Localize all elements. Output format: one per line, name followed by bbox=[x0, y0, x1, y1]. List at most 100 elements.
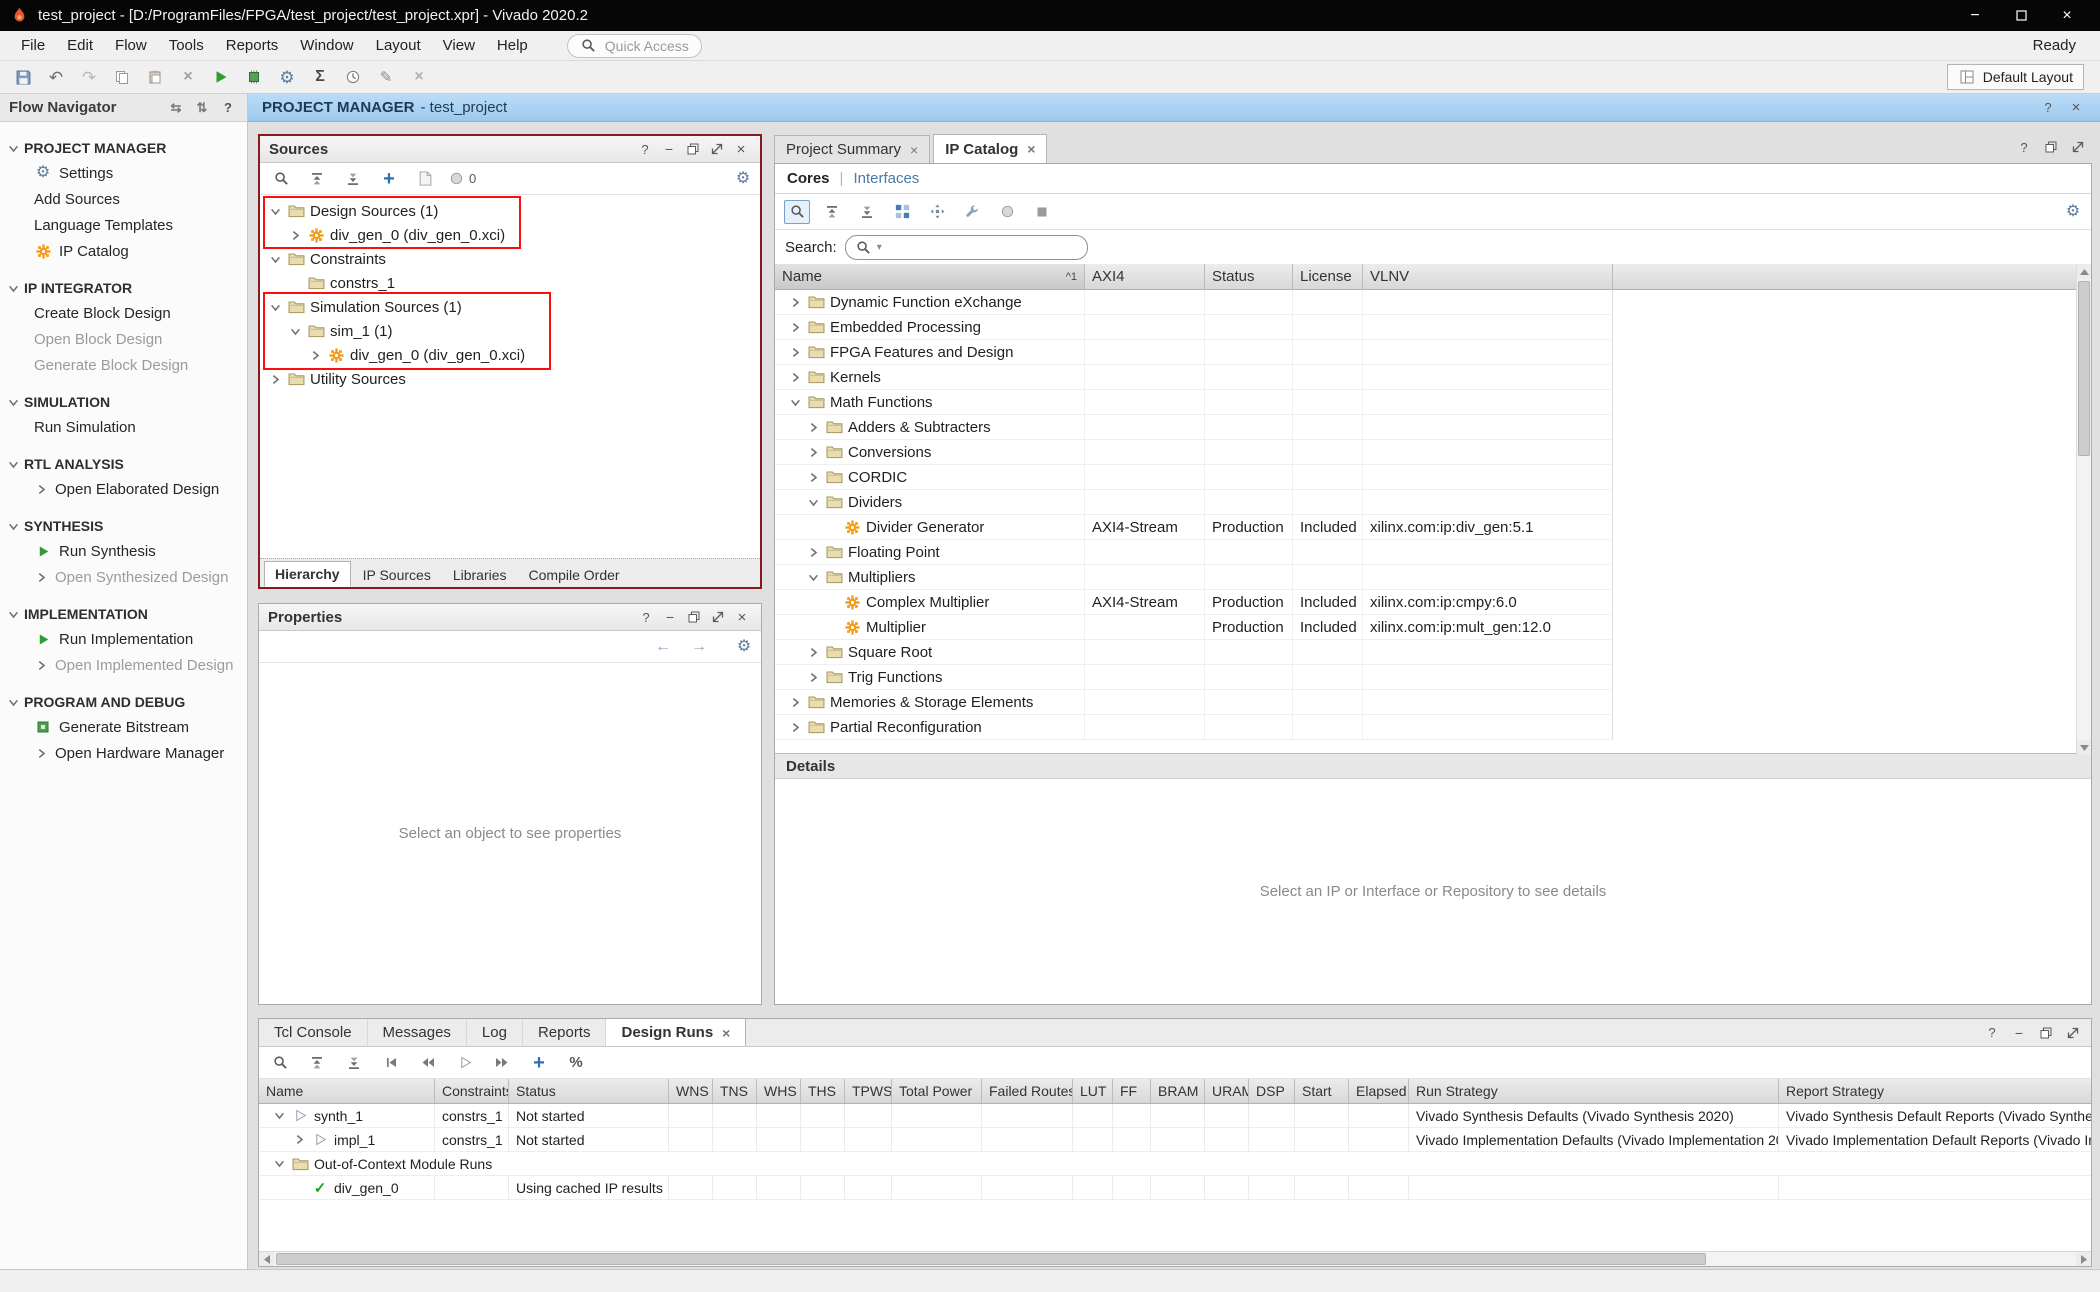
chevron-down-icon[interactable] bbox=[6, 283, 20, 294]
column-header-failed-routes[interactable]: Failed Routes bbox=[982, 1079, 1073, 1103]
subtab-cores[interactable]: Cores bbox=[787, 170, 830, 187]
stop-button[interactable] bbox=[1029, 200, 1055, 224]
menu-help[interactable]: Help bbox=[486, 34, 539, 57]
flow-nav-item-language-templates[interactable]: Language Templates bbox=[0, 212, 247, 238]
ip-catalog-row[interactable]: Memories & Storage Elements bbox=[775, 690, 1613, 715]
search-button[interactable] bbox=[267, 1051, 293, 1075]
undo-button[interactable]: ↶ bbox=[41, 64, 71, 91]
tab-ip-catalog[interactable]: IP Catalog× bbox=[933, 134, 1047, 163]
ip-catalog-row[interactable]: Math Functions bbox=[775, 390, 1613, 415]
flow-nav-section-header[interactable]: IP INTEGRATOR bbox=[0, 276, 247, 300]
flow-nav-section-header[interactable]: PROGRAM AND DEBUG bbox=[0, 690, 247, 714]
arrow-right-button[interactable]: → bbox=[686, 635, 712, 659]
column-header-report-strategy[interactable]: Report Strategy bbox=[1779, 1079, 2091, 1103]
sources-tab-libraries[interactable]: Libraries bbox=[443, 563, 517, 587]
layout-selector[interactable]: Default Layout bbox=[1947, 64, 2084, 90]
step-back-button[interactable] bbox=[378, 1051, 404, 1075]
help-icon[interactable]: ? bbox=[2038, 98, 2058, 118]
chevron-down-icon[interactable] bbox=[268, 254, 282, 265]
chevron-down-icon[interactable] bbox=[6, 609, 20, 620]
chevron-right-icon[interactable] bbox=[308, 350, 322, 361]
properties-wrench-button[interactable] bbox=[959, 200, 985, 224]
menu-file[interactable]: File bbox=[10, 34, 56, 57]
scroll-up-icon[interactable] bbox=[2077, 264, 2091, 279]
column-header-name[interactable]: Name^1 bbox=[775, 264, 1085, 289]
add-button[interactable]: + bbox=[376, 167, 402, 191]
source-tree-item[interactable]: Design Sources (1) bbox=[260, 199, 760, 223]
column-header-bram[interactable]: BRAM bbox=[1151, 1079, 1205, 1103]
column-header-axi4[interactable]: AXI4 bbox=[1085, 264, 1205, 289]
ip-catalog-row[interactable]: Floating Point bbox=[775, 540, 1613, 565]
scroll-track[interactable] bbox=[2077, 279, 2091, 740]
menu-view[interactable]: View bbox=[432, 34, 486, 57]
gear-icon[interactable]: ⚙ bbox=[735, 639, 753, 655]
close-icon[interactable]: × bbox=[731, 139, 751, 159]
chevron-down-icon[interactable] bbox=[806, 572, 820, 583]
chevron-right-icon[interactable] bbox=[34, 484, 48, 495]
design-run-row[interactable]: impl_1constrs_1Not startedVivado Impleme… bbox=[259, 1128, 2091, 1152]
column-header-name[interactable]: Name bbox=[259, 1079, 435, 1103]
gear-icon[interactable]: ⚙ bbox=[734, 171, 752, 187]
chevron-down-icon[interactable] bbox=[788, 397, 802, 408]
timing-clock-button[interactable] bbox=[338, 64, 368, 91]
column-header-ff[interactable]: FF bbox=[1113, 1079, 1151, 1103]
column-header-whs[interactable]: WHS bbox=[757, 1079, 801, 1103]
menu-reports[interactable]: Reports bbox=[215, 34, 290, 57]
float-icon[interactable] bbox=[2041, 137, 2061, 157]
design-run-row[interactable]: Out-of-Context Module Runs bbox=[259, 1152, 2091, 1176]
float-icon[interactable] bbox=[683, 139, 703, 159]
maximize-icon[interactable] bbox=[2063, 1023, 2083, 1043]
flow-nav-item-open-elaborated-design[interactable]: Open Elaborated Design bbox=[0, 476, 247, 502]
close-icon[interactable]: × bbox=[910, 142, 918, 158]
help-icon[interactable]: ? bbox=[218, 98, 238, 118]
ip-catalog-row[interactable]: Partial Reconfiguration bbox=[775, 715, 1613, 740]
settings-gear-button[interactable]: ⚙ bbox=[272, 64, 302, 91]
column-header-uram[interactable]: URAM bbox=[1205, 1079, 1249, 1103]
swap-vertical-icon[interactable]: ⇅ bbox=[192, 98, 212, 118]
source-tree-item[interactable]: div_gen_0 (div_gen_0.xci) bbox=[260, 343, 760, 367]
flow-nav-item-run-simulation[interactable]: Run Simulation bbox=[0, 414, 247, 440]
chevron-right-icon[interactable] bbox=[788, 697, 802, 708]
search-button[interactable] bbox=[784, 200, 810, 224]
chevron-right-icon[interactable] bbox=[788, 322, 802, 333]
chevron-right-icon[interactable] bbox=[788, 347, 802, 358]
scroll-right-icon[interactable] bbox=[2076, 1252, 2091, 1266]
save-button[interactable] bbox=[8, 64, 38, 91]
collapse-all-button[interactable] bbox=[304, 1051, 330, 1075]
column-header-wns[interactable]: WNS bbox=[669, 1079, 713, 1103]
arrow-left-button[interactable]: ← bbox=[650, 635, 676, 659]
swap-horizontal-icon[interactable]: ⇆ bbox=[166, 98, 186, 118]
open-file-button[interactable] bbox=[412, 167, 438, 191]
chevron-right-icon[interactable] bbox=[806, 472, 820, 483]
design-run-row[interactable]: ✓div_gen_0Using cached IP results bbox=[259, 1176, 2091, 1200]
maximize-icon[interactable] bbox=[2068, 137, 2088, 157]
chevron-right-icon[interactable] bbox=[34, 572, 48, 583]
chevron-right-icon[interactable] bbox=[34, 660, 48, 671]
tab-reports[interactable]: Reports bbox=[523, 1019, 607, 1046]
redo-button[interactable]: ↷ bbox=[74, 64, 104, 91]
sources-tab-hierarchy[interactable]: Hierarchy bbox=[264, 561, 351, 587]
ip-catalog-row[interactable]: Kernels bbox=[775, 365, 1613, 390]
close-icon[interactable]: × bbox=[1027, 141, 1035, 157]
scroll-thumb[interactable] bbox=[2078, 281, 2090, 456]
flow-nav-item-generate-block-design[interactable]: Generate Block Design bbox=[0, 352, 247, 378]
ip-catalog-row[interactable]: Dividers bbox=[775, 490, 1613, 515]
sources-panel-header[interactable]: Sources ?−× bbox=[260, 136, 760, 163]
ip-catalog-row[interactable]: Multiplier Production Included xilinx.co… bbox=[775, 615, 1613, 640]
float-icon[interactable] bbox=[684, 607, 704, 627]
ip-catalog-row[interactable]: Trig Functions bbox=[775, 665, 1613, 690]
chevron-down-icon[interactable] bbox=[6, 459, 20, 470]
menu-edit[interactable]: Edit bbox=[56, 34, 104, 57]
scroll-left-icon[interactable] bbox=[259, 1252, 274, 1266]
chevron-right-icon[interactable] bbox=[806, 647, 820, 658]
source-tree-item[interactable]: Constraints bbox=[260, 247, 760, 271]
chevron-right-icon[interactable] bbox=[806, 422, 820, 433]
help-icon[interactable]: ? bbox=[635, 139, 655, 159]
close-icon[interactable]: × bbox=[732, 607, 752, 627]
flow-nav-item-generate-bitstream[interactable]: Generate Bitstream bbox=[0, 714, 247, 740]
edit-pencil-button[interactable]: ✎ bbox=[371, 64, 401, 91]
flow-nav-item-run-synthesis[interactable]: Run Synthesis bbox=[0, 538, 247, 564]
maximize-icon[interactable] bbox=[708, 607, 728, 627]
status-circle-button[interactable] bbox=[994, 200, 1020, 224]
ip-catalog-row[interactable]: Square Root bbox=[775, 640, 1613, 665]
